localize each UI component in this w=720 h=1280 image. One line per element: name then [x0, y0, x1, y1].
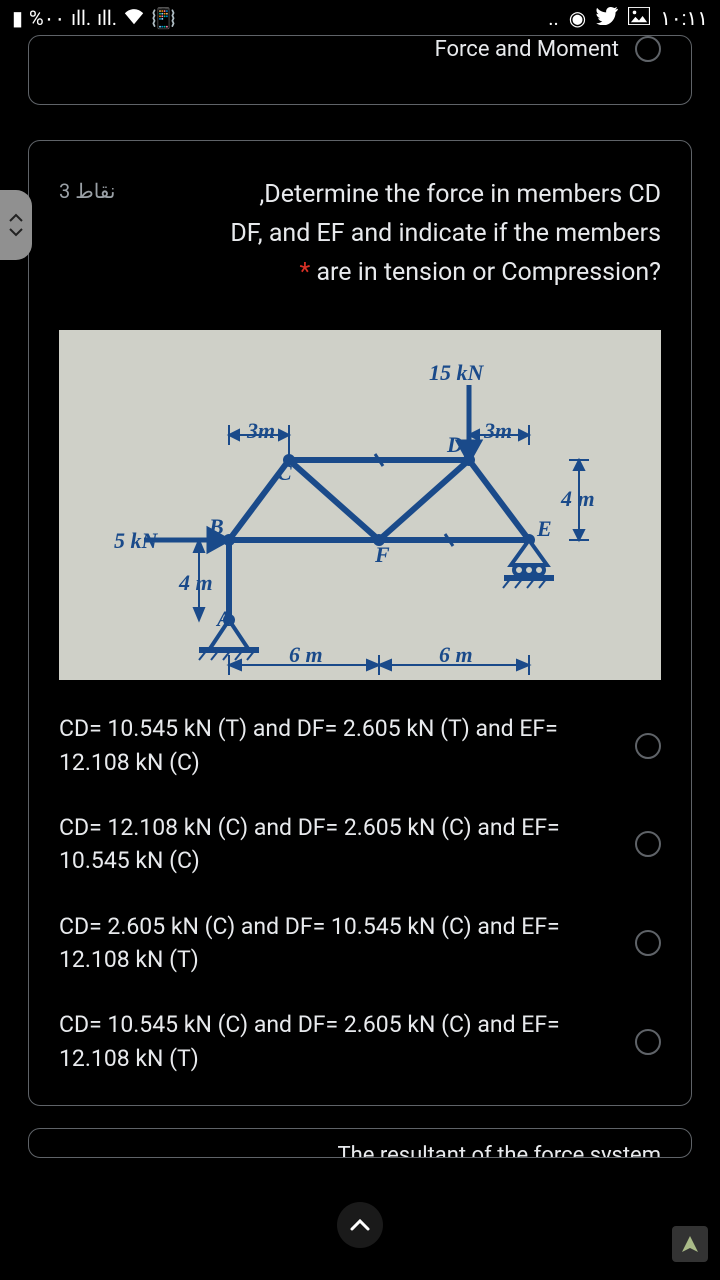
question-text: 3 نقاط Determine the force in members CD…: [59, 176, 661, 292]
option-4-text: CD= 10.545 kN (C) and DF= 2.605 kN (C) a…: [59, 1008, 615, 1075]
status-left: ▮ %٠٠ ıll. ıll. 📳: [12, 6, 176, 30]
status-dots: ..: [548, 6, 559, 30]
label-D: D: [446, 432, 463, 457]
truss-diagram: 15 kN 5 kN 3m 3m 4 m 4 m 6 m 6 m A B C D…: [59, 330, 661, 680]
option-4-radio[interactable]: [635, 1029, 661, 1055]
picture-icon: [628, 6, 650, 30]
label-5kn: 5 kN: [114, 528, 159, 553]
label-6m-r: 6 m: [439, 642, 473, 667]
option-1-radio[interactable]: [635, 733, 661, 759]
signal-icon-2: ıll.: [97, 6, 117, 30]
prev-option-radio[interactable]: [635, 36, 661, 62]
corner-badge[interactable]: [672, 1226, 708, 1262]
chevron-down-icon: [8, 227, 24, 237]
question-line1: Determine the force in members CD,: [259, 180, 661, 209]
label-6m-l: 6 m: [289, 642, 323, 667]
label-F: F: [374, 542, 390, 567]
option-1[interactable]: CD= 10.545 kN (T) and DF= 2.605 kN (T) a…: [59, 712, 661, 779]
previous-question-card: Force and Moment: [28, 35, 692, 105]
label-4m-l: 4 m: [178, 570, 213, 595]
scroll-handle[interactable]: [0, 190, 32, 260]
collapse-button[interactable]: [337, 1202, 383, 1248]
status-bar: ▮ %٠٠ ıll. ıll. 📳 .. ◉ ١٠:١١: [0, 0, 720, 35]
prev-option-text: Force and Moment: [435, 37, 619, 62]
option-3-radio[interactable]: [635, 930, 661, 956]
points-badge: 3 نقاط: [59, 176, 115, 207]
stream-icon: ◉: [569, 6, 586, 30]
question-line2: DF, and EF and indicate if the members: [230, 219, 661, 248]
option-3-text: CD= 2.605 kN (C) and DF= 10.545 kN (C) a…: [59, 910, 615, 977]
vibrate-icon: 📳: [151, 6, 176, 30]
options-list: CD= 10.545 kN (T) and DF= 2.605 kN (T) a…: [59, 712, 661, 1075]
option-4[interactable]: CD= 10.545 kN (C) and DF= 2.605 kN (C) a…: [59, 1008, 661, 1075]
question-card: 3 نقاط Determine the force in members CD…: [28, 140, 692, 1106]
next-question-card: The resultant of the force system: [28, 1128, 692, 1158]
required-asterisk: *: [299, 258, 316, 287]
battery-text: %٠٠: [29, 6, 65, 30]
label-E: E: [536, 516, 552, 541]
label-A: A: [215, 606, 232, 631]
location-icon: [680, 1234, 700, 1254]
label-3m-l: 3m: [246, 418, 275, 443]
twitter-icon: [596, 6, 618, 30]
option-2-text: CD= 12.108 kN (C) and DF= 2.605 kN (C) a…: [59, 811, 615, 878]
wifi-icon: [123, 6, 145, 30]
label-15kn: 15 kN: [429, 360, 485, 385]
option-2-radio[interactable]: [635, 831, 661, 857]
next-question-text: The resultant of the force system: [337, 1143, 661, 1158]
label-3m-r: 3m: [483, 418, 512, 443]
option-1-text: CD= 10.545 kN (T) and DF= 2.605 kN (T) a…: [59, 712, 615, 779]
label-C: C: [277, 460, 292, 485]
chevron-up-icon: [8, 213, 24, 223]
status-right: .. ◉ ١٠:١١: [548, 6, 708, 30]
label-4m-r: 4 m: [560, 486, 595, 511]
chevron-up-icon: [348, 1213, 372, 1237]
battery-icon: ▮: [12, 6, 23, 30]
label-B: B: [208, 514, 224, 539]
signal-icon-1: ıll.: [71, 6, 91, 30]
option-3[interactable]: CD= 2.605 kN (C) and DF= 10.545 kN (C) a…: [59, 910, 661, 977]
clock-text: ١٠:١١: [660, 6, 708, 30]
option-2[interactable]: CD= 12.108 kN (C) and DF= 2.605 kN (C) a…: [59, 811, 661, 878]
question-line3: are in tension or Compression?: [316, 258, 661, 287]
